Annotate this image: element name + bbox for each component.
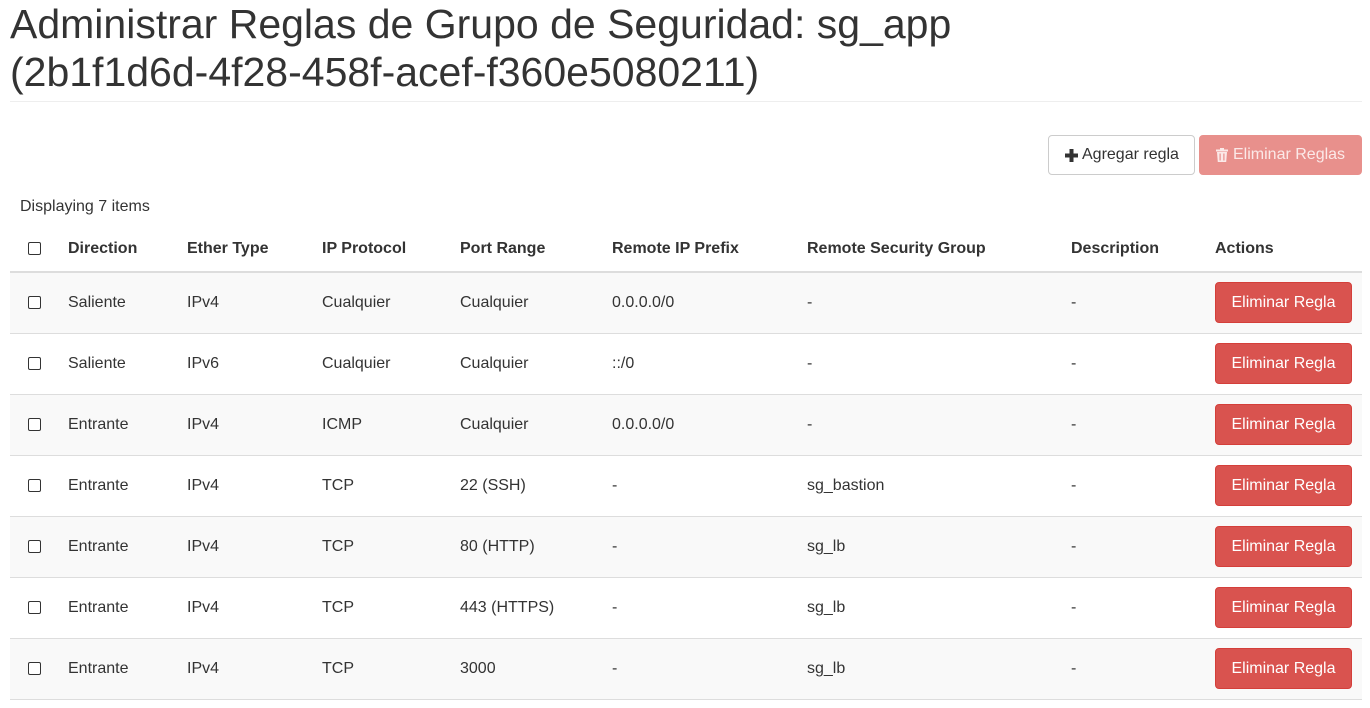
row-checkbox[interactable]	[28, 296, 41, 310]
column-header-ip-protocol[interactable]: IP Protocol	[322, 227, 460, 273]
cell-ether-type: IPv4	[187, 576, 322, 638]
cell-ip-protocol: TCP	[322, 515, 460, 577]
row-checkbox[interactable]	[28, 417, 41, 431]
delete-rule-button[interactable]: Eliminar Regla	[1215, 526, 1352, 567]
cell-direction: Entrante	[68, 454, 187, 516]
cell-description: -	[1071, 515, 1215, 577]
table-row: Saliente IPv6 Cualquier Cualquier ::/0 -…	[10, 332, 1362, 394]
row-checkbox[interactable]	[28, 539, 41, 553]
table-header-row: Direction Ether Type IP Protocol Port Ra…	[10, 227, 1362, 273]
cell-remote-ip-prefix: -	[612, 576, 807, 638]
cell-direction: Entrante	[68, 576, 187, 638]
column-header-port-range[interactable]: Port Range	[460, 227, 612, 273]
plus-icon	[1064, 147, 1078, 163]
select-all-checkbox[interactable]	[28, 242, 41, 256]
cell-ip-protocol: ICMP	[322, 393, 460, 455]
cell-remote-security-group: sg_lb	[807, 515, 1071, 577]
cell-remote-security-group: sg_lb	[807, 637, 1071, 700]
cell-direction: Entrante	[68, 393, 187, 455]
delete-rule-button[interactable]: Eliminar Regla	[1215, 648, 1352, 689]
cell-ether-type: IPv4	[187, 272, 322, 333]
cell-port-range: 3000	[460, 637, 612, 700]
cell-direction: Saliente	[68, 272, 187, 333]
cell-ip-protocol: TCP	[322, 637, 460, 700]
cell-description: -	[1071, 576, 1215, 638]
cell-ether-type: IPv4	[187, 454, 322, 516]
cell-port-range: Cualquier	[460, 332, 612, 394]
cell-description: -	[1071, 272, 1215, 333]
cell-description: -	[1071, 393, 1215, 455]
cell-description: -	[1071, 454, 1215, 516]
table-row: Entrante IPv4 TCP 443 (HTTPS) - sg_lb - …	[10, 576, 1362, 638]
select-all-cell	[10, 227, 68, 273]
cell-port-range: 80 (HTTP)	[460, 515, 612, 577]
cell-port-range: Cualquier	[460, 272, 612, 333]
page-title: Administrar Reglas de Grupo de Seguridad…	[10, 0, 1362, 96]
cell-remote-security-group: sg_lb	[807, 576, 1071, 638]
delete-rule-button[interactable]: Eliminar Regla	[1215, 343, 1352, 384]
cell-description: -	[1071, 332, 1215, 394]
column-header-description[interactable]: Description	[1071, 227, 1215, 273]
delete-rules-button[interactable]: Eliminar Reglas	[1199, 135, 1362, 175]
cell-remote-ip-prefix: 0.0.0.0/0	[612, 393, 807, 455]
cell-direction: Saliente	[68, 332, 187, 394]
cell-ip-protocol: TCP	[322, 454, 460, 516]
row-checkbox[interactable]	[28, 356, 41, 370]
trash-icon	[1215, 147, 1229, 163]
add-rule-button[interactable]: Agregar regla	[1048, 135, 1195, 175]
page-title-line-1: Administrar Reglas de Grupo de Seguridad…	[10, 1, 952, 47]
column-header-remote-ip-prefix[interactable]: Remote IP Prefix	[612, 227, 807, 273]
cell-remote-security-group: -	[807, 332, 1071, 394]
row-checkbox[interactable]	[28, 600, 41, 614]
delete-rule-button[interactable]: Eliminar Regla	[1215, 404, 1352, 445]
cell-ether-type: IPv4	[187, 393, 322, 455]
cell-remote-security-group: -	[807, 393, 1071, 455]
cell-remote-ip-prefix: 0.0.0.0/0	[612, 272, 807, 333]
column-header-direction[interactable]: Direction	[68, 227, 187, 273]
rules-table: Direction Ether Type IP Protocol Port Ra…	[10, 227, 1362, 700]
cell-ip-protocol: Cualquier	[322, 332, 460, 394]
cell-remote-ip-prefix: -	[612, 454, 807, 516]
table-row: Saliente IPv4 Cualquier Cualquier 0.0.0.…	[10, 272, 1362, 333]
delete-rule-button[interactable]: Eliminar Regla	[1215, 282, 1352, 324]
cell-port-range: Cualquier	[460, 393, 612, 455]
delete-rule-button[interactable]: Eliminar Regla	[1215, 465, 1352, 506]
cell-ether-type: IPv4	[187, 637, 322, 700]
row-checkbox[interactable]	[28, 478, 41, 492]
column-header-ether-type[interactable]: Ether Type	[187, 227, 322, 273]
cell-remote-ip-prefix: -	[612, 515, 807, 577]
cell-remote-security-group: -	[807, 272, 1071, 333]
row-checkbox[interactable]	[28, 661, 41, 675]
cell-ether-type: IPv4	[187, 515, 322, 577]
table-row: Entrante IPv4 TCP 80 (HTTP) - sg_lb - El…	[10, 515, 1362, 577]
table-row: Entrante IPv4 ICMP Cualquier 0.0.0.0/0 -…	[10, 393, 1362, 455]
cell-description: -	[1071, 637, 1215, 700]
add-rule-label: Agregar regla	[1082, 146, 1179, 163]
table-row: Entrante IPv4 TCP 22 (SSH) - sg_bastion …	[10, 454, 1362, 516]
column-header-actions: Actions	[1215, 227, 1362, 273]
column-header-remote-security-group[interactable]: Remote Security Group	[807, 227, 1071, 273]
table-row: Entrante IPv4 TCP 3000 - sg_lb - Elimina…	[10, 637, 1362, 700]
cell-direction: Entrante	[68, 515, 187, 577]
delete-rules-label: Eliminar Reglas	[1233, 146, 1346, 163]
cell-direction: Entrante	[68, 637, 187, 700]
title-divider	[10, 101, 1362, 102]
cell-port-range: 22 (SSH)	[460, 454, 612, 516]
cell-remote-security-group: sg_bastion	[807, 454, 1071, 516]
cell-ip-protocol: Cualquier	[322, 272, 460, 333]
cell-remote-ip-prefix: ::/0	[612, 332, 807, 394]
cell-ether-type: IPv6	[187, 332, 322, 394]
security-group-rules-page: Administrar Reglas de Grupo de Seguridad…	[0, 0, 1370, 708]
items-count: Displaying 7 items	[20, 198, 150, 215]
page-title-line-2: (2b1f1d6d-4f28-458f-acef-f360e5080211)	[10, 49, 760, 95]
cell-ip-protocol: TCP	[322, 576, 460, 638]
delete-rule-button[interactable]: Eliminar Regla	[1215, 587, 1352, 628]
cell-port-range: 443 (HTTPS)	[460, 576, 612, 638]
cell-remote-ip-prefix: -	[612, 637, 807, 700]
